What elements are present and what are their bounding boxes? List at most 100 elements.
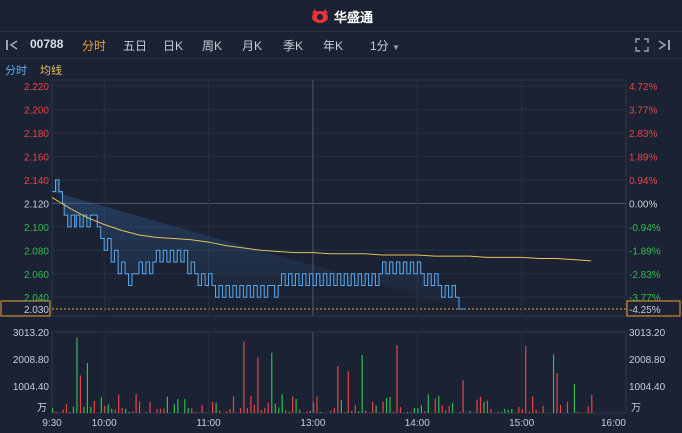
price-tick-label: 2.120 [24,199,49,210]
time-tick-label: 13:00 [300,418,325,429]
volume-tick-label: 2008.80 [13,355,50,366]
price-tick-label: 2.160 [24,152,49,163]
price-tick-label: 2.030 [24,305,49,316]
volume-bar [278,407,280,413]
volume-bar [243,341,245,413]
volume-bar [347,371,349,413]
volume-bar [305,411,308,413]
price-tick-label: 2.080 [24,246,49,257]
volume-bar [476,399,478,413]
volume-bar [392,411,395,413]
volume-bar [79,375,82,413]
pct-tick-label: -3.77% [629,293,661,304]
volume-bar [591,394,593,413]
volume-bar [459,411,461,413]
price-tick-label: 2.060 [24,270,49,281]
volume-bar [298,409,301,413]
volume-bar [132,411,134,413]
volume-bar [52,408,54,413]
intraday-chart: 2.220 4.72% 2.200 3.77% 2.180 2.83% 2.160 1.89%… [0,79,681,429]
volume-bar [288,411,290,413]
volume-bar [490,409,492,413]
volume-bar [246,407,249,413]
volume-bar [156,409,158,413]
pct-tick-label: 3.77% [629,105,657,116]
volume-bar [121,408,123,413]
volume-bar [382,401,384,413]
volume-bar [83,406,85,413]
volume-bar [215,402,217,413]
volume-bar [135,394,137,413]
volume-bar [448,405,450,413]
volume-bar [225,411,228,413]
volume-bar [351,410,353,413]
volume-bar [552,354,555,413]
volume-bar [424,411,426,413]
volume-bar [86,362,88,413]
pct-tick-label: -0.94% [629,223,661,234]
volume-bar [309,410,311,413]
volume-bar [566,401,569,413]
price-tick-label: 2.100 [24,223,49,234]
volume-bar [577,411,579,413]
price-area-fill [52,179,466,309]
volume-bar [316,396,318,413]
pct-tick-label: 1.89% [629,152,657,163]
volume-bar [518,406,520,413]
volume-bar [587,406,589,413]
volume-bar [532,396,534,413]
volume-bar [521,409,523,413]
time-tick-label: 16:00 [601,418,626,429]
volume-bar [539,412,541,413]
volume-bar [218,410,221,413]
volume-bar [340,399,342,413]
price-tick-label: 2.140 [24,176,49,187]
price-tick-label: 2.180 [24,129,49,140]
volume-bar [250,396,252,413]
time-tick-label: 14:00 [405,418,430,429]
volume-bar [232,396,235,413]
volume-tick-label: 1004.40 [629,382,666,393]
volume-bar [417,408,419,413]
volume-bar [462,380,464,413]
volume-bar [507,409,509,413]
volume-bar [253,404,255,413]
volume-bar [260,409,262,413]
price-tick-label: 2.040 [24,293,49,304]
volume-bar [184,399,186,413]
volume-bar [500,412,502,413]
volume-bar [239,407,242,413]
volume-bar [333,408,335,413]
volume-bar [90,406,92,413]
volume-bar [267,402,269,413]
volume-bar [413,408,415,413]
volume-bar [358,411,360,413]
volume-bar [257,357,259,413]
pct-tick-label: 0.94% [629,176,657,187]
volume-bar [159,408,162,413]
volume-bar [173,404,175,413]
volume-bar [104,405,106,413]
volume-bar [145,412,148,413]
volume-frame [51,331,627,414]
volume-bar [556,372,558,413]
volume-tick-label: 2008.80 [629,355,666,366]
volume-unit: 万 [631,403,641,414]
volume-bar [125,408,127,413]
volume-bar [479,396,482,413]
volume-bar [525,345,527,413]
volume-bar [55,411,57,413]
volume-bar [354,405,356,413]
volume-bar [483,401,485,413]
volume-bar [295,399,297,413]
time-tick-label: 15:00 [509,418,534,429]
volume-bar [319,411,322,413]
pct-tick-label: -1.89% [629,246,661,257]
volume-bar [337,366,339,413]
volume-bar [410,412,412,413]
volume-bar [201,405,203,413]
volume-unit: 万 [37,403,47,414]
volume-bar [438,396,440,413]
volume-bar [271,352,273,413]
time-tick-label: 9:30 [42,418,62,429]
